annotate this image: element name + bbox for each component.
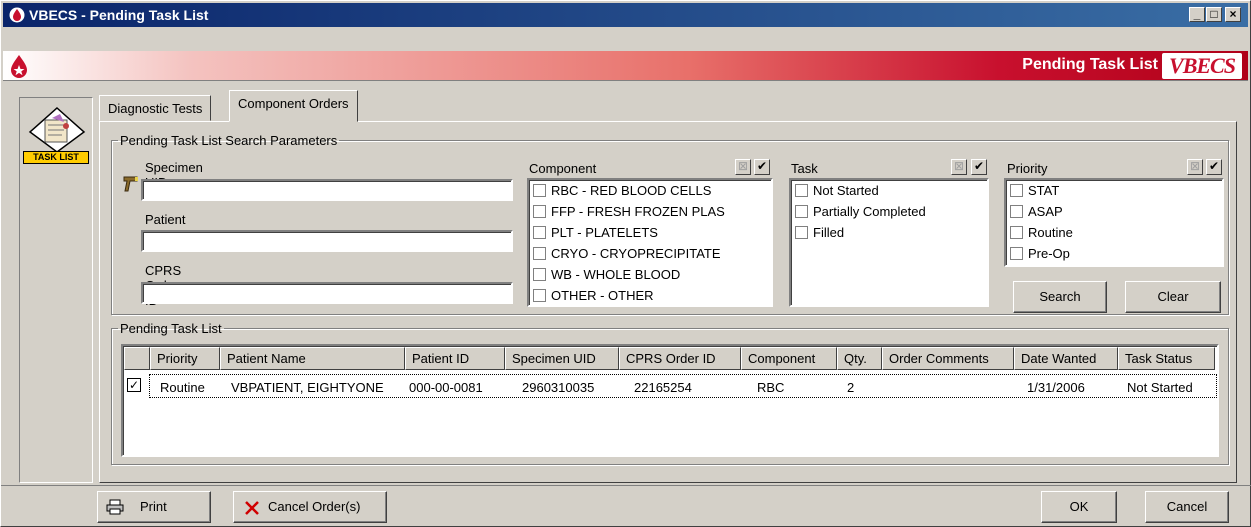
cell-task-status: Not Started	[1127, 380, 1193, 395]
row-select-checkbox[interactable]: ✓	[127, 378, 141, 392]
ok-button[interactable]: OK	[1041, 491, 1117, 523]
pending-task-grid: Priority Patient Name Patient ID Specime…	[121, 344, 1219, 457]
cell-component: RBC	[757, 380, 785, 395]
component-orders-list: RBC - RED BLOOD CELLS FFP - FRESH FROZEN…	[527, 178, 773, 307]
print-button[interactable]: Print	[97, 491, 211, 523]
close-button[interactable]: ×	[1225, 7, 1241, 22]
header-banner: Pending Task List VBECS	[3, 51, 1248, 81]
cell-priority: Routine	[160, 380, 205, 395]
column-header-task-status[interactable]: Task Status	[1118, 347, 1215, 370]
window-title: VBECS - Pending Task List	[29, 7, 209, 23]
task-status-item[interactable]: Not Started	[795, 183, 879, 203]
cancel-orders-label: Cancel Order(s)	[268, 499, 361, 514]
checkbox[interactable]	[1010, 184, 1023, 197]
checkbox[interactable]	[533, 289, 546, 302]
column-header-cprs-order-id[interactable]: CPRS Order ID	[619, 347, 741, 370]
checkbox[interactable]	[533, 247, 546, 260]
checkbox[interactable]	[533, 226, 546, 239]
tab-diagnostic-tests[interactable]: Diagnostic Tests	[99, 95, 212, 121]
printer-icon	[106, 499, 124, 515]
task-list-icon[interactable]	[26, 106, 88, 154]
task-status-item[interactable]: Filled	[795, 225, 844, 245]
blood-drop-icon	[11, 55, 27, 78]
maximize-button[interactable]: □	[1206, 7, 1222, 22]
component-order-item[interactable]: WB - WHOLE BLOOD	[533, 267, 680, 287]
vbecs-logo: VBECS	[1162, 53, 1242, 79]
cancel-button[interactable]: Cancel	[1145, 491, 1229, 523]
minimize-button[interactable]: _	[1189, 7, 1205, 22]
cancel-orders-button[interactable]: Cancel Order(s)	[233, 491, 387, 523]
vbecs-drop-icon	[9, 7, 25, 23]
task-list-label[interactable]: TASK LIST	[23, 151, 89, 164]
search-button[interactable]: Search	[1013, 281, 1107, 313]
column-header-specimen-uid[interactable]: Specimen UID	[505, 347, 619, 370]
cell-qty: 2	[847, 380, 855, 395]
checkbox[interactable]	[1010, 247, 1023, 260]
checkbox[interactable]	[1010, 226, 1023, 239]
column-header-qty[interactable]: Qty.	[837, 347, 882, 370]
checkbox[interactable]	[795, 205, 808, 218]
search-parameters-legend: Pending Task List Search Parameters	[120, 133, 338, 148]
priority-clear-all-icon[interactable]: ⊠	[1187, 159, 1203, 175]
barcode-scanner-icon	[123, 176, 138, 192]
main-window: VBECS - Pending Task List _ □ × Pending …	[0, 0, 1251, 527]
patient-label: Patient	[145, 212, 186, 227]
red-x-icon	[245, 501, 259, 515]
checkbox[interactable]	[795, 184, 808, 197]
task-status-select-all-icon[interactable]: ✔	[971, 159, 987, 175]
component-order-item[interactable]: CRYO - CRYOPRECIPITATE	[533, 246, 721, 266]
footer-divider	[1, 485, 1251, 486]
specimen-uid-input[interactable]	[141, 179, 513, 201]
component-order-item[interactable]: RBC - RED BLOOD CELLS	[533, 183, 711, 203]
priority-label: Priority	[1007, 161, 1048, 176]
cell-patient-name: VBPATIENT, EIGHTYONE	[231, 380, 384, 395]
checkbox[interactable]	[533, 268, 546, 281]
task-status-clear-all-icon[interactable]: ⊠	[951, 159, 967, 175]
checkbox[interactable]	[533, 205, 546, 218]
print-label: Print	[140, 499, 167, 514]
component-order-item[interactable]: PLT - PLATELETS	[533, 225, 658, 245]
component-order-item[interactable]: OTHER - OTHER	[533, 288, 654, 308]
component-orders-select-all-icon[interactable]: ✔	[754, 159, 770, 175]
left-nav-panel: TASK LIST	[19, 97, 93, 483]
checkbox[interactable]	[1010, 205, 1023, 218]
cell-date-wanted: 1/31/2006	[1027, 380, 1085, 395]
priority-select-all-icon[interactable]: ✔	[1206, 159, 1222, 175]
priority-item[interactable]: Pre-Op	[1010, 246, 1070, 266]
pending-task-list-legend: Pending Task List	[120, 321, 222, 336]
priority-item[interactable]: ASAP	[1010, 204, 1063, 224]
cell-cprs-order-id: 22165254	[634, 380, 692, 395]
cell-patient-id: 000-00-0081	[409, 380, 483, 395]
cprs-order-id-input[interactable]	[141, 282, 513, 304]
column-header-component[interactable]: Component	[741, 347, 837, 370]
component-orders-clear-all-icon[interactable]: ⊠	[735, 159, 751, 175]
column-header-date-wanted[interactable]: Date Wanted	[1014, 347, 1118, 370]
cell-specimen-uid: 2960310035	[522, 380, 595, 395]
column-header-patient-name[interactable]: Patient Name	[220, 347, 405, 370]
task-status-item[interactable]: Partially Completed	[795, 204, 926, 224]
column-header-order-comments[interactable]: Order Comments	[882, 347, 1014, 370]
checkbox[interactable]	[795, 226, 808, 239]
title-bar[interactable]: VBECS - Pending Task List _ □ ×	[3, 3, 1248, 27]
column-header-select	[124, 347, 150, 370]
banner-title: Pending Task List	[1022, 56, 1158, 73]
column-header-patient-id[interactable]: Patient ID	[405, 347, 505, 370]
patient-input[interactable]	[141, 230, 513, 252]
checkbox[interactable]	[533, 184, 546, 197]
priority-item[interactable]: Routine	[1010, 225, 1073, 245]
column-header-priority[interactable]: Priority	[150, 347, 220, 370]
component-order-item[interactable]: FFP - FRESH FROZEN PLAS	[533, 204, 725, 224]
priority-item[interactable]: STAT	[1010, 183, 1059, 203]
tab-component-orders[interactable]: Component Orders	[229, 90, 358, 122]
priority-list: STAT ASAP Routine Pre-Op	[1004, 178, 1224, 267]
task-status-list: Not Started Partially Completed Filled	[789, 178, 989, 307]
clear-button[interactable]: Clear	[1125, 281, 1221, 313]
